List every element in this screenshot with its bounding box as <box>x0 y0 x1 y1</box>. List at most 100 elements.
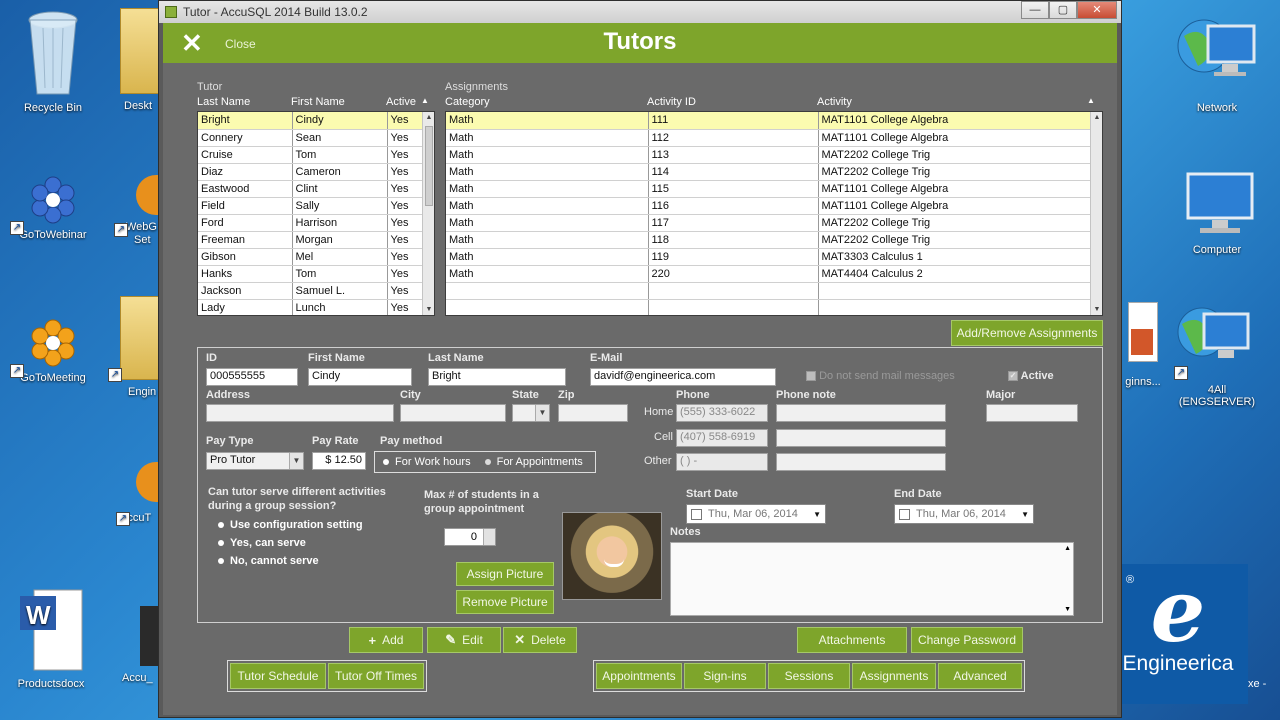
group-option-config-radio[interactable]: Use configuration setting <box>218 519 363 531</box>
home-phone-note-field[interactable] <box>776 404 946 422</box>
desktop-icon-recycle-bin[interactable]: Recycle Bin <box>8 8 98 114</box>
tutor-table-row[interactable]: Jackson Samuel L. Yes <box>198 282 425 300</box>
checkbox-icon[interactable] <box>691 508 702 520</box>
assignment-table-row[interactable]: Math 114 MAT2202 College Trig <box>446 163 1091 181</box>
tutor-table-row[interactable]: Diaz Cameron Yes <box>198 163 425 181</box>
desktop-icon-network[interactable]: Network <box>1172 6 1262 114</box>
pay-type-dropdown[interactable]: Pro Tutor ▼ <box>206 452 304 470</box>
group-option-no-radio[interactable]: No, cannot serve <box>218 555 319 567</box>
column-header-last-name[interactable]: Last Name <box>197 96 291 108</box>
scroll-up-icon[interactable]: ▲ <box>1064 545 1071 552</box>
notes-textarea[interactable]: ▲ ▼ <box>670 542 1074 616</box>
scroll-down-icon[interactable]: ▼ <box>423 306 434 313</box>
state-dropdown[interactable]: ▼ <box>512 404 550 422</box>
desktop-icon-accu[interactable]: Accu_ <box>108 606 160 684</box>
tutor-table-row[interactable]: Bright Cindy Yes <box>198 112 425 130</box>
scroll-down-icon[interactable]: ▼ <box>1091 306 1102 313</box>
id-field[interactable]: 000555555 <box>206 368 298 386</box>
cell-phone-note-field[interactable] <box>776 429 946 447</box>
cell-phone-field[interactable]: (407) 558-6919 <box>676 429 768 447</box>
column-header-category[interactable]: Category <box>445 96 647 108</box>
scroll-up-icon[interactable]: ▲ <box>1091 114 1102 121</box>
column-header-activity-id[interactable]: Activity ID <box>647 96 817 108</box>
desktop-icon-4all[interactable]: ↗ 4All (ENGSERVER) <box>1172 302 1262 408</box>
tutor-table-row[interactable]: Ford Harrison Yes <box>198 214 425 232</box>
sort-up-icon[interactable]: ▲ <box>1087 96 1095 108</box>
assignments-button[interactable]: Assignments <box>852 663 936 689</box>
window-close-button[interactable]: ✕ <box>1077 1 1117 19</box>
column-header-activity[interactable]: Activity <box>817 96 1087 108</box>
change-password-button[interactable]: Change Password <box>911 627 1023 653</box>
window-titlebar[interactable]: Tutor - AccuSQL 2014 Build 13.0.2 — ▢ ✕ <box>159 1 1121 23</box>
add-button[interactable]: + Add <box>349 627 423 653</box>
add-remove-assignments-button[interactable]: Add/Remove Assignments <box>951 320 1103 346</box>
address-field[interactable] <box>206 404 394 422</box>
column-header-active[interactable]: Active <box>386 96 421 108</box>
end-date-picker[interactable]: Thu, Mar 06, 2014 ▼ <box>894 504 1034 524</box>
group-option-yes-radio[interactable]: Yes, can serve <box>218 537 306 549</box>
assign-picture-button[interactable]: Assign Picture <box>456 562 554 586</box>
desktop-icon-accut[interactable]: ↗ AccuT <box>108 462 158 526</box>
tutor-table-row[interactable]: Lady Lunch Yes <box>198 299 425 315</box>
tutor-off-times-button[interactable]: Tutor Off Times <box>328 663 424 689</box>
tutor-table-row[interactable]: Eastwood Clint Yes <box>198 180 425 198</box>
desktop-icon-computer[interactable]: Computer <box>1172 170 1262 256</box>
desktop-icon-gotomeeting[interactable]: ↗ GoToMeeting <box>8 318 98 384</box>
assignments-grid-scrollbar[interactable]: ▲ ▼ <box>1090 112 1102 315</box>
assignment-table-row[interactable]: Math 116 MAT1101 College Algebra <box>446 197 1091 215</box>
tutor-table-row[interactable]: Field Sally Yes <box>198 197 425 215</box>
assignment-table-row[interactable]: Math 111 MAT1101 College Algebra <box>446 112 1091 130</box>
other-phone-field[interactable]: ( ) - <box>676 453 768 471</box>
tutor-grid-scrollbar[interactable]: ▲ ▼ <box>422 112 434 315</box>
desktop-icon-gotowebinar[interactable]: ↗ GoToWebinar <box>8 175 98 241</box>
minimize-button[interactable]: — <box>1021 1 1049 19</box>
tutor-table-row[interactable]: Freeman Morgan Yes <box>198 231 425 249</box>
assignment-table-row[interactable]: Math 119 MAT3303 Calculus 1 <box>446 248 1091 266</box>
sort-up-icon[interactable]: ▲ <box>421 96 429 108</box>
pay-rate-field[interactable]: $ 12.50 <box>312 452 366 470</box>
delete-button[interactable]: ✕ Delete <box>503 627 577 653</box>
assignment-table-row[interactable] <box>446 282 1091 300</box>
last-name-field[interactable]: Bright <box>428 368 566 386</box>
scroll-up-icon[interactable]: ▲ <box>423 114 434 121</box>
assignment-table-row[interactable]: Math 117 MAT2202 College Trig <box>446 214 1091 232</box>
pay-method-work-hours-radio[interactable]: For Work hours <box>383 456 471 468</box>
assignment-table-row[interactable]: Math 220 MAT4404 Calculus 2 <box>446 265 1091 283</box>
tutor-table-row[interactable]: Cruise Tom Yes <box>198 146 425 164</box>
tutor-table-row[interactable]: Gibson Mel Yes <box>198 248 425 266</box>
sessions-button[interactable]: Sessions <box>768 663 850 689</box>
stepper-arrows-icon[interactable] <box>483 529 495 545</box>
city-field[interactable] <box>400 404 506 422</box>
pay-method-appointments-radio[interactable]: For Appointments <box>484 456 583 468</box>
active-checkbox[interactable]: ✓ Active <box>1008 370 1054 382</box>
other-phone-note-field[interactable] <box>776 453 946 471</box>
max-students-stepper[interactable]: 0 <box>444 528 496 546</box>
scrollbar-thumb[interactable] <box>425 126 433 206</box>
assignment-table-row[interactable]: Math 113 MAT2202 College Trig <box>446 146 1091 164</box>
scroll-down-icon[interactable]: ▼ <box>1064 606 1071 613</box>
assignment-table-row[interactable] <box>446 299 1091 315</box>
tutor-table-row[interactable]: Hanks Tom Yes <box>198 265 425 283</box>
assignment-table-row[interactable]: Math 112 MAT1101 College Algebra <box>446 129 1091 147</box>
desktop-icon-webg[interactable]: ↗ WebG Set <box>108 175 158 247</box>
edit-button[interactable]: ✎ Edit <box>427 627 501 653</box>
column-header-first-name[interactable]: First Name <box>291 96 386 108</box>
tutor-table-row[interactable]: Connery Sean Yes <box>198 129 425 147</box>
no-email-checkbox[interactable]: Do not send mail messages <box>806 370 955 382</box>
desktop-icon-engin[interactable]: ↗ Engin <box>108 296 160 398</box>
sign-ins-button[interactable]: Sign-ins <box>684 663 766 689</box>
desktop-icon-deskt[interactable]: Deskt <box>108 8 160 112</box>
attachments-button[interactable]: Attachments <box>797 627 907 653</box>
chevron-down-icon[interactable]: ▼ <box>1021 510 1029 519</box>
maximize-button[interactable]: ▢ <box>1049 1 1077 19</box>
advanced-button[interactable]: Advanced <box>938 663 1022 689</box>
checkbox-icon[interactable] <box>899 508 910 520</box>
desktop-icon-powerpoint[interactable]: ginns... <box>1118 302 1168 388</box>
tutor-schedule-button[interactable]: Tutor Schedule <box>230 663 326 689</box>
assignment-table-row[interactable]: Math 118 MAT2202 College Trig <box>446 231 1091 249</box>
home-phone-field[interactable]: (555) 333-6022 <box>676 404 768 422</box>
email-field[interactable]: davidf@engineerica.com <box>590 368 776 386</box>
remove-picture-button[interactable]: Remove Picture <box>456 590 554 614</box>
first-name-field[interactable]: Cindy <box>308 368 412 386</box>
major-field[interactable] <box>986 404 1078 422</box>
